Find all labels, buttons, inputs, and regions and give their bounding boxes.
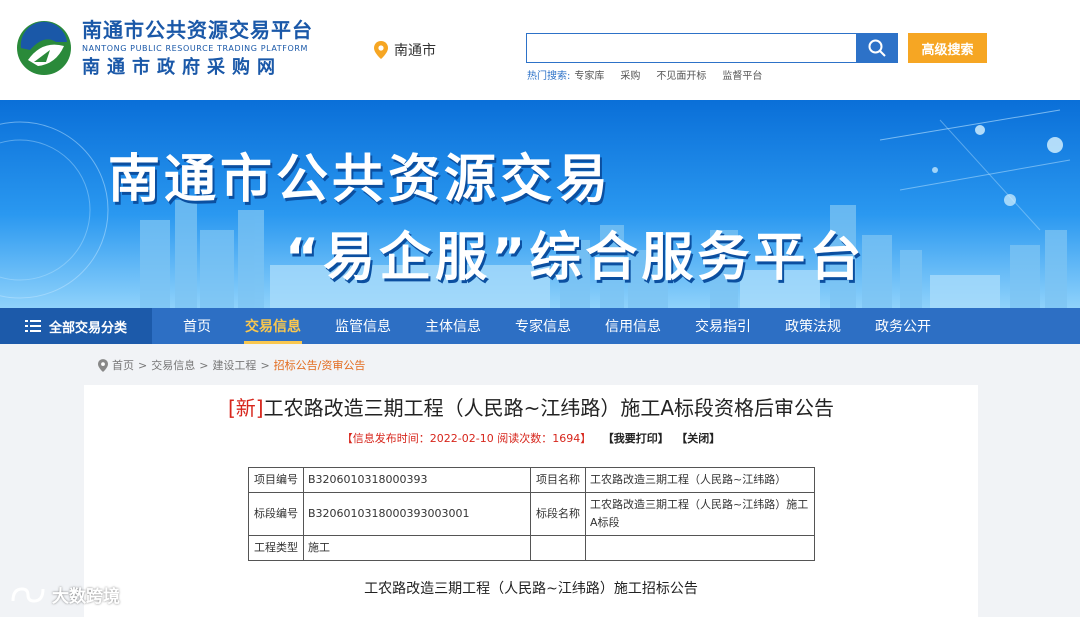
notice-title: [新]工农路改造三期工程（人民路~江纬路）施工A标段资格后审公告 [84,392,978,421]
notice-title-text: 工农路改造三期工程（人民路~江纬路）施工A标段资格后审公告 [263,396,835,420]
nav-item-entity[interactable]: 主体信息 [408,308,498,344]
site-logo[interactable] [16,20,72,76]
hot-search-link[interactable]: 监督平台 [722,67,762,82]
brand-subtitle: 南通市政府采购网 [82,57,282,78]
close-link[interactable]: 【关闭】 [676,432,720,445]
breadcrumb-link[interactable]: 建设工程 [212,357,256,373]
city-label: 南通市 [394,43,436,59]
notice-subtitle: 工农路改造三期工程（人民路~江纬路）施工招标公告 [364,581,698,597]
table-row: 项目编号 B3206010318000393 项目名称 工农路改造三期工程（人民… [248,467,815,493]
table-value: 施工 [303,535,531,561]
banner-title-line1: 南通市公共资源交易 [108,150,613,210]
nav-item-supervision[interactable]: 监管信息 [318,308,408,344]
notice-panel: [新]工农路改造三期工程（人民路~江纬路）施工A标段资格后审公告 【信息发布时间… [84,385,978,617]
breadcrumb-link[interactable]: 交易信息 [151,357,195,373]
table-value: B3206010318000393003001 [303,492,531,536]
breadcrumb-separator: > [260,358,270,372]
search-box [526,33,856,63]
location-pin-icon [98,358,108,372]
table-value [585,535,815,561]
search-input[interactable] [527,34,856,62]
breadcrumb-link[interactable]: 首页 [112,357,134,373]
brand-english: NANTONG PUBLIC RESOURCE TRADING PLATFORM [82,44,309,53]
project-info-table: 项目编号 B3206010318000393 项目名称 工农路改造三期工程（人民… [248,467,815,561]
table-label: 标段名称 [530,492,586,536]
brand: 南通市公共资源交易平台 NANTONG PUBLIC RESOURCE TRAD… [82,18,313,79]
nav-item-guide[interactable]: 交易指引 [678,308,768,344]
nav-item-home[interactable]: 首页 [166,308,228,344]
city-selector[interactable]: 南通市 [374,40,436,60]
table-label: 项目名称 [530,467,586,493]
publish-info: 【信息发布时间：2022-02-10 阅读次数：1694】 [341,432,592,445]
all-categories-button[interactable]: 全部交易分类 [0,308,152,344]
hot-search-label: 热门搜索: [527,71,571,82]
banner-title-line2: “易企服”综合服务平台 [285,228,866,288]
breadcrumb-separator: > [199,358,209,372]
new-tag: [新] [227,396,264,420]
notice-meta: 【信息发布时间：2022-02-10 阅读次数：1694】 【我要打印】 【关闭… [84,430,978,446]
search-button[interactable] [856,33,898,63]
table-value: 工农路改造三期工程（人民路~江纬路）施工A标段 [585,492,815,536]
brand-name: 南通市公共资源交易平台 [82,18,313,42]
breadcrumb-separator: > [138,358,148,372]
table-value: B3206010318000393 [303,467,531,493]
site-header: 南通市公共资源交易平台 NANTONG PUBLIC RESOURCE TRAD… [0,0,1080,100]
watermark-logo-icon [11,586,45,603]
table-row: 工程类型 施工 [248,535,815,561]
table-label [530,535,586,561]
table-value: 工农路改造三期工程（人民路~江纬路） [585,467,815,493]
watermark: 大数跨境 [10,582,120,607]
hot-search-link[interactable]: 不见面开标 [656,67,706,82]
table-label: 项目编号 [248,467,304,493]
hot-searches: 热门搜索: 专家库 采购 不见面开标 监督平台 [527,67,762,82]
nav-item-credit[interactable]: 信用信息 [588,308,678,344]
breadcrumb: 首页 > 交易信息 > 建设工程 > 招标公告/资审公告 [98,357,365,373]
print-link[interactable]: 【我要打印】 [603,432,669,445]
hot-search-link[interactable]: 采购 [620,67,640,82]
hero-banner: 南通市公共资源交易 “易企服”综合服务平台 [0,100,1080,308]
breadcrumb-current[interactable]: 招标公告/资审公告 [274,357,366,373]
search-icon [868,39,886,57]
nav-item-expert[interactable]: 专家信息 [498,308,588,344]
watermark-text: 大数跨境 [52,587,120,607]
nav-item-policy[interactable]: 政策法规 [768,308,858,344]
main-nav: 全部交易分类 首页 交易信息 监管信息 主体信息 专家信息 信用信息 交易指引 … [0,308,1080,344]
nav-item-trading-info[interactable]: 交易信息 [228,308,318,344]
table-row: 标段编号 B3206010318000393003001 标段名称 工农路改造三… [248,492,815,536]
menu-icon [24,320,41,332]
hot-search-link[interactable]: 专家库 [574,67,604,82]
location-pin-icon [374,41,388,59]
all-categories-label: 全部交易分类 [48,320,127,336]
table-label: 工程类型 [248,535,304,561]
nav-item-government[interactable]: 政务公开 [858,308,948,344]
advanced-search-button[interactable]: 高级搜索 [908,33,987,63]
table-label: 标段编号 [248,492,304,536]
